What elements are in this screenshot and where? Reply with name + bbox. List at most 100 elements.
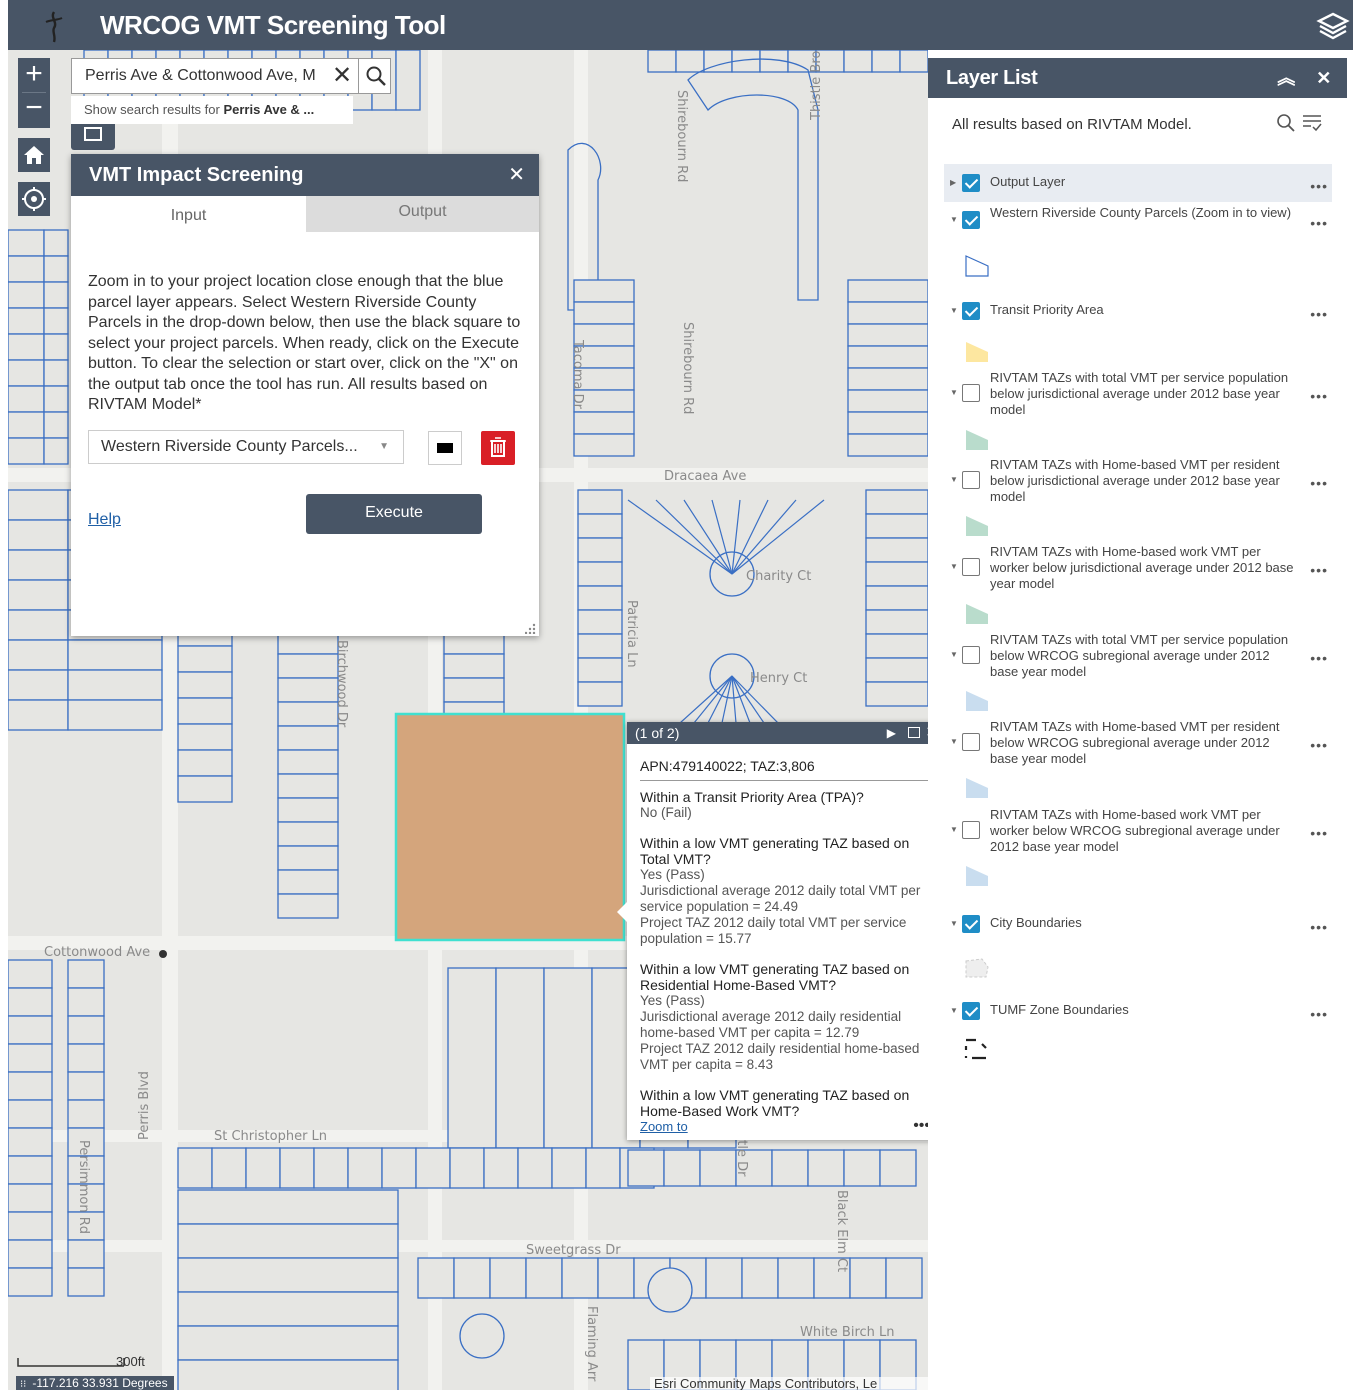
layer-visibility-checkbox[interactable]	[962, 384, 980, 402]
parcel	[8, 1043, 53, 1073]
layers-icon[interactable]	[1313, 6, 1353, 46]
popup-detail: Jurisdictional average 2012 daily reside…	[640, 1009, 902, 1040]
print-button[interactable]	[71, 124, 115, 150]
parcel	[705, 1257, 743, 1299]
layer-item[interactable]: ▼ RIVTAM TAZs with total VMT per service …	[944, 370, 1332, 417]
collapse-legend-icon[interactable]: ▼	[950, 388, 958, 397]
layer-visibility-checkbox[interactable]	[962, 211, 980, 229]
collapse-legend-icon[interactable]: ▼	[950, 215, 958, 224]
layer-options-icon[interactable]: •••	[1310, 388, 1328, 404]
layer-visibility-checkbox[interactable]	[962, 471, 980, 489]
parcel	[67, 1239, 105, 1269]
execute-button[interactable]: Execute	[306, 494, 482, 534]
clear-selection-button[interactable]	[481, 431, 515, 465]
layer-visibility-checkbox[interactable]	[962, 821, 980, 839]
map-attribution: Esri Community Maps Contributors, Le	[650, 1377, 930, 1390]
collapse-legend-icon[interactable]: ▼	[950, 825, 958, 834]
locate-icon	[22, 187, 46, 211]
home-button[interactable]	[18, 138, 50, 172]
layer-visibility-checkbox[interactable]	[962, 733, 980, 751]
layer-item[interactable]: ▼ RIVTAM TAZs with Home-based work VMT pe…	[944, 544, 1332, 591]
collapse-legend-icon[interactable]: ▼	[950, 737, 958, 746]
popup-item: Within a low VMT generating TAZ based on…	[640, 1087, 930, 1118]
zoom-out-button[interactable]: −	[18, 93, 50, 127]
parcel	[449, 1147, 485, 1189]
popup-question: Within a Transit Priority Area (TPA)?	[640, 789, 864, 805]
parcel	[177, 1257, 399, 1293]
coordinate-icon[interactable]: ⁝⁝	[20, 1379, 26, 1390]
tab-input[interactable]: Input	[71, 196, 306, 232]
layer-options-icon[interactable]: •••	[1310, 737, 1328, 753]
parcel	[177, 645, 233, 673]
collapse-icon[interactable]: ︽	[1277, 58, 1295, 98]
clear-search-icon[interactable]: ✕	[330, 63, 354, 89]
parcel	[573, 433, 635, 457]
parcel	[597, 1257, 635, 1299]
layer-item[interactable]: ▼ Western Riverside County Parcels (Zoom …	[944, 205, 1332, 245]
search-input[interactable]	[72, 59, 335, 93]
parcel	[865, 513, 928, 539]
close-panel-icon[interactable]: ✕	[508, 154, 525, 196]
layer-visibility-checkbox[interactable]	[962, 558, 980, 576]
layer-item[interactable]: ▼ RIVTAM TAZs with total VMT per service …	[944, 632, 1332, 679]
search-suggestion[interactable]: Show search results for Perris Ave & ...	[71, 96, 353, 124]
popup-counter: (1 of 2)	[635, 725, 680, 741]
layer-item[interactable]: ▼ Transit Priority Area •••	[944, 296, 1332, 336]
collapse-legend-icon[interactable]: ▼	[950, 650, 958, 659]
collapse-legend-icon[interactable]: ▼	[950, 1006, 958, 1015]
parcel	[577, 681, 623, 707]
collapse-legend-icon[interactable]: ▼	[950, 562, 958, 571]
parcel	[67, 1071, 105, 1101]
layer-visibility-checkbox[interactable]	[962, 915, 980, 933]
dock-popup-icon[interactable]	[908, 727, 920, 738]
layer-item[interactable]: ▼ TUMF Zone Boundaries •••	[944, 996, 1332, 1036]
layer-item[interactable]: ▶ Output Layer •••	[944, 164, 1332, 202]
resize-handle-icon[interactable]	[525, 622, 537, 634]
expand-icon[interactable]: ▶	[950, 178, 956, 187]
street-label: Tacoma Dr	[570, 339, 585, 410]
layer-options-icon[interactable]: •••	[1310, 475, 1328, 491]
select-rectangle-button[interactable]	[428, 431, 462, 465]
layer-options-icon[interactable]: •••	[1310, 306, 1328, 322]
next-feature-icon[interactable]: ▶	[887, 722, 896, 744]
layer-item[interactable]: ▼ City Boundaries •••	[944, 909, 1332, 949]
layer-options-icon[interactable]: •••	[1310, 178, 1328, 194]
layer-visibility-checkbox[interactable]	[962, 174, 980, 192]
street-label: Shirebourn Rd	[674, 90, 689, 182]
parcel	[483, 1147, 519, 1189]
street-label: Cottonwood Ave	[44, 945, 150, 960]
layer-options-icon[interactable]: •••	[1310, 650, 1328, 666]
layer-options-icon[interactable]: •••	[1310, 919, 1328, 935]
parcel	[573, 279, 635, 303]
layer-visibility-checkbox[interactable]	[962, 302, 980, 320]
collapse-legend-icon[interactable]: ▼	[950, 306, 958, 315]
parcel	[585, 1147, 621, 1189]
parcel	[67, 959, 105, 989]
parcel	[277, 821, 339, 847]
parcel	[8, 987, 53, 1017]
layer-visibility-checkbox[interactable]	[962, 1002, 980, 1020]
parcel	[8, 959, 53, 989]
tab-output[interactable]: Output	[306, 196, 539, 232]
zoom-to-link[interactable]: Zoom to	[640, 1119, 688, 1134]
layer-label: RIVTAM TAZs with Home-based VMT per resi…	[990, 719, 1280, 766]
collapse-legend-icon[interactable]: ▼	[950, 475, 958, 484]
search-icon[interactable]	[358, 59, 393, 93]
close-layer-list-icon[interactable]: ✕	[1316, 58, 1331, 98]
search-icon[interactable]	[1275, 112, 1297, 134]
layer-item[interactable]: ▼ RIVTAM TAZs with Home-based work VMT pe…	[944, 807, 1332, 854]
layer-visibility-checkbox[interactable]	[962, 646, 980, 664]
zoom-in-button[interactable]: +	[18, 58, 50, 92]
layer-item[interactable]: ▼ RIVTAM TAZs with Home-based VMT per res…	[944, 719, 1332, 766]
help-link[interactable]: Help	[88, 511, 121, 529]
layer-options-icon[interactable]: •••	[1310, 562, 1328, 578]
filter-icon[interactable]	[1301, 112, 1323, 134]
collapse-legend-icon[interactable]: ▼	[950, 919, 958, 928]
locate-button[interactable]	[18, 182, 50, 216]
street-label: Flaming Arr	[584, 1306, 599, 1382]
layer-item[interactable]: ▼ RIVTAM TAZs with Home-based VMT per res…	[944, 457, 1332, 504]
layer-options-icon[interactable]: •••	[1310, 215, 1328, 231]
layer-select[interactable]: Western Riverside County Parcels... ▼	[88, 430, 404, 464]
layer-options-icon[interactable]: •••	[1310, 1006, 1328, 1022]
layer-options-icon[interactable]: •••	[1310, 825, 1328, 841]
